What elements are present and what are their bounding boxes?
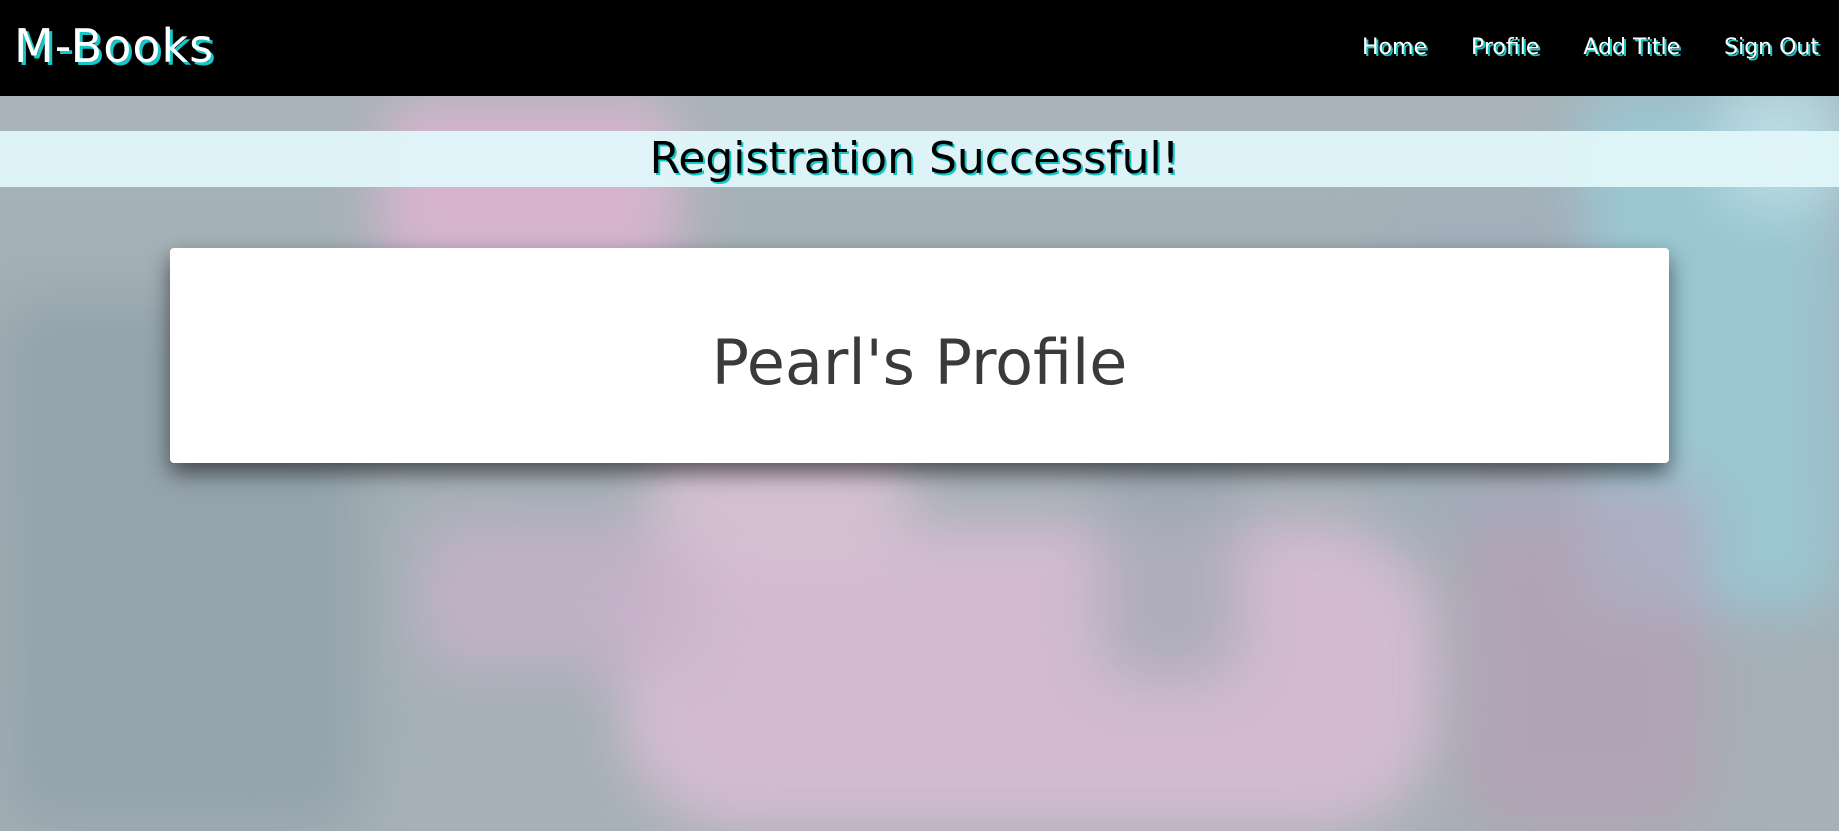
nav-links: Home Profile Add Title Sign Out: [1362, 32, 1819, 64]
profile-card: Pearl's Profile: [170, 248, 1669, 463]
profile-title: Pearl's Profile: [711, 326, 1128, 399]
nav-link-profile[interactable]: Profile: [1471, 32, 1539, 64]
flash-message-banner: Registration Successful!: [0, 131, 1839, 187]
brand-logo-link[interactable]: M-Books: [14, 16, 214, 76]
flash-message-text: Registration Successful!: [649, 133, 1180, 184]
top-navbar: M-Books Home Profile Add Title Sign Out: [0, 0, 1839, 96]
nav-link-home[interactable]: Home: [1362, 32, 1427, 64]
nav-link-sign-out[interactable]: Sign Out: [1724, 32, 1819, 64]
nav-link-add-title[interactable]: Add Title: [1583, 32, 1680, 64]
